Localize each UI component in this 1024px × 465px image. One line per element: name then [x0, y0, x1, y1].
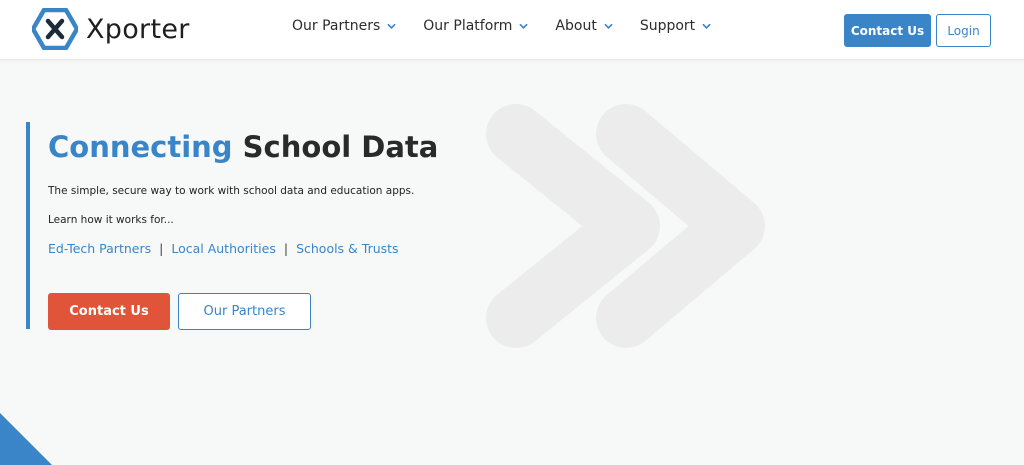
- nav-support[interactable]: Support: [640, 18, 711, 34]
- logo[interactable]: Xporter: [32, 8, 190, 50]
- nav-label: Our Partners: [292, 18, 381, 34]
- hero-contact-button[interactable]: Contact Us: [48, 293, 170, 330]
- nav-our-platform[interactable]: Our Platform: [423, 18, 528, 34]
- corner-triangle-decoration: [0, 413, 52, 465]
- main-nav: Our Partners Our Platform About Support: [292, 18, 738, 34]
- link-schools-trusts[interactable]: Schools & Trusts: [296, 241, 399, 256]
- hero-learn-text: Learn how it works for...: [48, 214, 174, 226]
- our-partners-button[interactable]: Our Partners: [178, 293, 311, 330]
- xporter-logo-icon: [32, 8, 78, 50]
- nav-label: Our Platform: [423, 18, 513, 34]
- chevron-down-icon: [519, 23, 528, 29]
- link-separator: |: [283, 241, 289, 256]
- link-local-authorities[interactable]: Local Authorities: [171, 241, 276, 256]
- chevron-down-icon: [387, 23, 396, 29]
- audience-links: Ed-Tech Partners | Local Authorities | S…: [48, 241, 399, 256]
- hero-artwork: [486, 104, 878, 348]
- hero-title-rest: School Data: [232, 130, 439, 164]
- header-contact-button[interactable]: Contact Us: [844, 14, 931, 47]
- nav-label: About: [555, 18, 597, 34]
- link-ed-tech-partners[interactable]: Ed-Tech Partners: [48, 241, 151, 256]
- nav-label: Support: [639, 18, 696, 34]
- nav-about[interactable]: About: [555, 18, 613, 34]
- login-button[interactable]: Login: [936, 14, 991, 47]
- hero-accent-bar: [26, 122, 30, 329]
- logo-text: Xporter: [86, 13, 190, 45]
- hero-title: Connecting School Data: [48, 130, 438, 164]
- chevron-down-icon: [604, 23, 613, 29]
- hero-title-accent: Connecting: [48, 130, 233, 164]
- chevron-down-icon: [702, 23, 711, 29]
- nav-our-partners[interactable]: Our Partners: [292, 18, 396, 34]
- link-separator: |: [159, 241, 164, 256]
- hero-subtitle: The simple, secure way to work with scho…: [48, 185, 415, 197]
- site-header: Xporter Our Partners Our Platform About …: [0, 0, 1024, 60]
